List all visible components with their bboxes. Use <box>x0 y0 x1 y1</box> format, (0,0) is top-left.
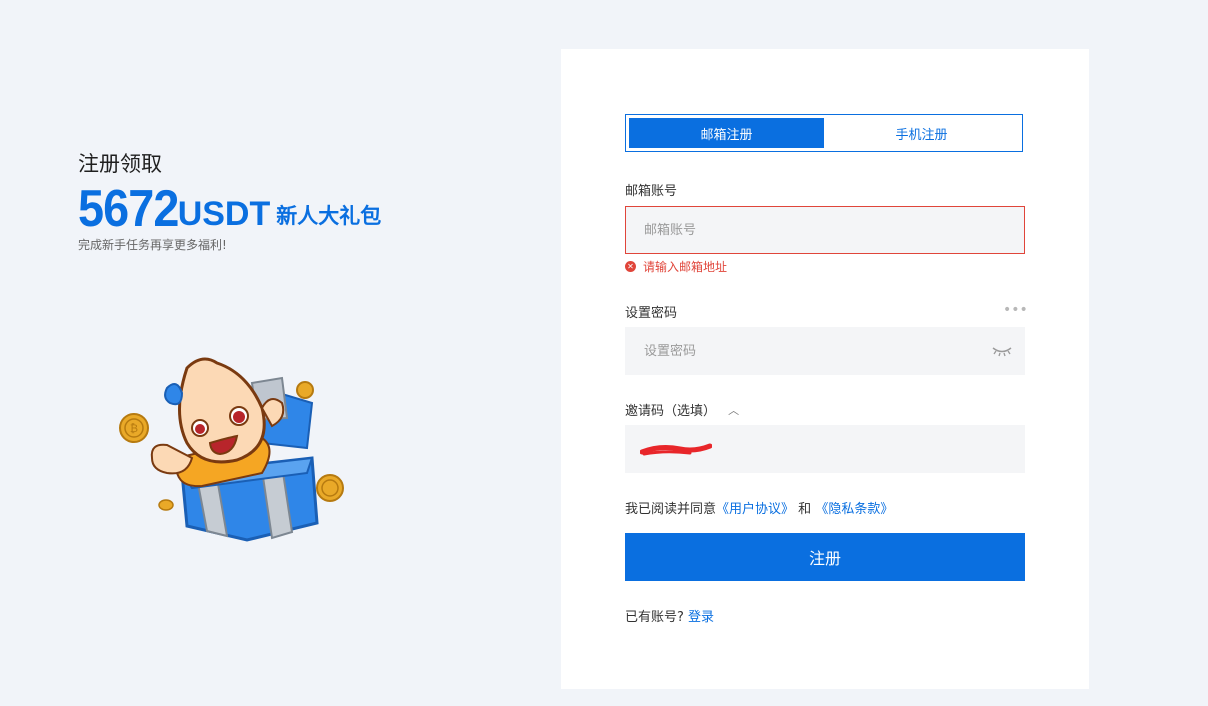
agreement-prefix: 我已阅读并同意 <box>625 502 717 517</box>
email-error-message: ✕ 请输入邮箱地址 <box>625 258 727 275</box>
register-card: 邮箱注册 手机注册 邮箱账号 ✕ 请输入邮箱地址 设置密码 ••• 邀请码（选填… <box>561 49 1089 689</box>
agreement-line: 我已阅读并同意《用户协议》 和 《隐私条款》 <box>625 498 893 517</box>
promo-gift-text: 新人大礼包 <box>276 204 382 228</box>
chevron-up-icon[interactable]: ︿ <box>728 402 739 418</box>
error-icon: ✕ <box>625 261 636 272</box>
password-field-container <box>625 327 1025 375</box>
user-agreement-link[interactable]: 《用户协议》 <box>716 502 794 517</box>
mascot-gift-box-illustration: ₿ <box>119 357 344 542</box>
eye-closed-icon[interactable] <box>992 345 1012 357</box>
login-prompt: 已有账号? 登录 <box>625 606 714 625</box>
login-prompt-text: 已有账号? <box>625 610 684 625</box>
login-link[interactable]: 登录 <box>688 610 714 625</box>
promo-headline: 5672 USDT 新人大礼包 <box>78 180 458 238</box>
invite-label[interactable]: 邀请码（选填） ︿ <box>625 400 739 419</box>
agreement-and: 和 <box>798 502 812 517</box>
promo-subtitle: 完成新手任务再享更多福利! <box>78 238 227 252</box>
promo-amount: 5672 <box>78 180 179 238</box>
invite-label-text: 邀请码（选填） <box>625 404 717 419</box>
tab-email-register[interactable]: 邮箱注册 <box>629 118 824 148</box>
promo-section: 注册领取 5672 USDT 新人大礼包 完成新手任务再享更多福利! <box>78 150 458 253</box>
more-dots-icon: ••• <box>1003 302 1028 318</box>
invite-field-container <box>625 425 1025 473</box>
coin-icon <box>158 499 174 511</box>
promo-title: 注册领取 <box>78 152 162 176</box>
register-tabs: 邮箱注册 手机注册 <box>625 114 1023 152</box>
coin-icon <box>296 381 314 399</box>
email-field-container <box>625 206 1025 254</box>
promo-currency: USDT <box>177 195 271 233</box>
redacted-scribble <box>640 443 712 456</box>
coin-icon <box>316 474 344 502</box>
email-error-text: 请输入邮箱地址 <box>643 260 728 274</box>
email-input[interactable] <box>642 221 1008 239</box>
tab-phone-register[interactable]: 手机注册 <box>824 118 1019 148</box>
coin-icon: ₿ <box>119 413 149 443</box>
password-input[interactable] <box>642 342 1008 360</box>
register-button[interactable]: 注册 <box>625 533 1025 581</box>
svg-text:₿: ₿ <box>130 422 138 435</box>
privacy-policy-link[interactable]: 《隐私条款》 <box>815 502 893 517</box>
email-label: 邮箱账号 <box>625 184 678 199</box>
password-label: 设置密码 <box>625 306 678 321</box>
